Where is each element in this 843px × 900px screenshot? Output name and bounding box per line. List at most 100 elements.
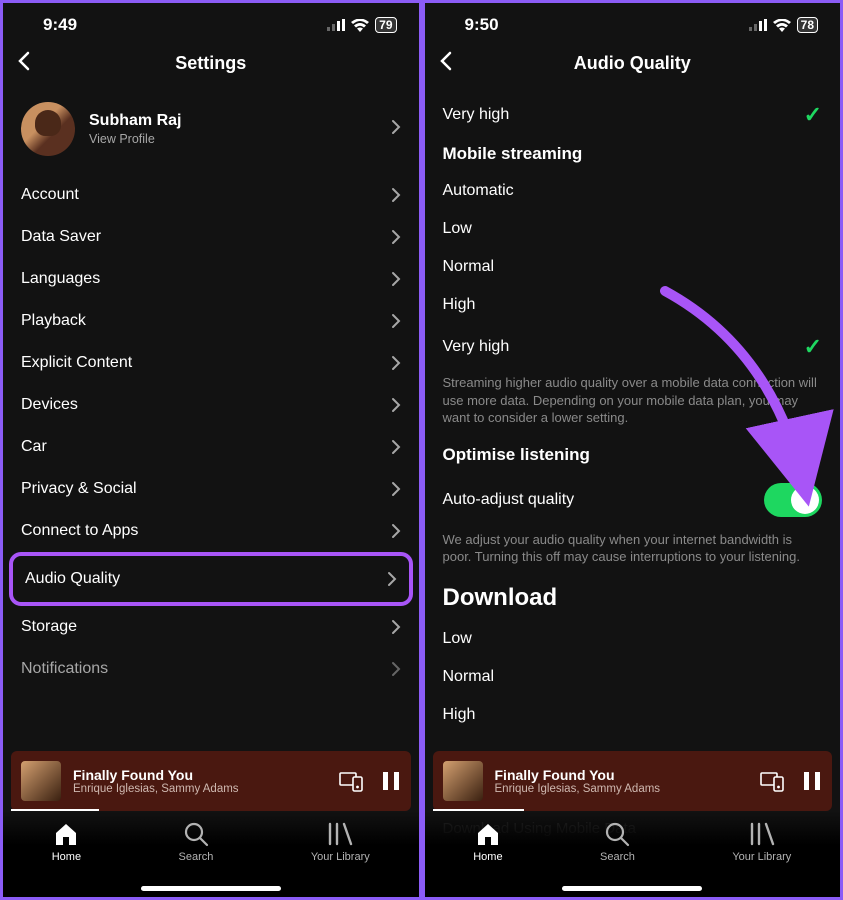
profile-name: Subham Raj (89, 112, 181, 130)
setting-explicit[interactable]: Explicit Content (3, 342, 419, 384)
setting-car[interactable]: Car (3, 426, 419, 468)
chevron-right-icon (391, 619, 401, 635)
battery-icon: 78 (797, 17, 818, 33)
mobile-streaming-desc: Streaming higher audio quality over a mo… (425, 370, 841, 439)
pause-icon[interactable] (381, 770, 401, 792)
auto-adjust-label: Auto-adjust quality (443, 491, 575, 509)
option-automatic[interactable]: Automatic (425, 172, 841, 210)
chevron-right-icon (391, 119, 401, 140)
settings-list: Account Data Saver Languages Playback Ex… (3, 174, 419, 690)
option-normal[interactable]: Normal (425, 248, 841, 286)
back-button[interactable] (17, 51, 31, 76)
chevron-right-icon (391, 481, 401, 497)
section-optimise: Optimise listening (425, 439, 841, 473)
chevron-right-icon (391, 187, 401, 203)
pause-icon[interactable] (802, 770, 822, 792)
checkmark-icon: ✓ (804, 102, 822, 128)
status-bar: 9:50 78 (425, 3, 841, 39)
setting-account[interactable]: Account (3, 174, 419, 216)
nav-home[interactable]: Home (52, 821, 81, 863)
option-very-high-top[interactable]: Very high ✓ (425, 92, 841, 138)
home-indicator[interactable] (141, 886, 281, 891)
chevron-right-icon (391, 661, 401, 677)
home-icon (475, 821, 501, 847)
header: Audio Quality (425, 39, 841, 92)
devices-icon[interactable] (339, 770, 363, 792)
setting-data-saver[interactable]: Data Saver (3, 216, 419, 258)
devices-icon[interactable] (760, 770, 784, 792)
avatar (21, 102, 75, 156)
setting-storage[interactable]: Storage (3, 606, 419, 648)
status-bar: 9:49 79 (3, 3, 419, 39)
now-playing-text: Finally Found You Enrique Iglesias, Samm… (495, 767, 661, 795)
option-high[interactable]: High (425, 286, 841, 324)
setting-privacy[interactable]: Privacy & Social (3, 468, 419, 510)
signal-icon (327, 19, 345, 31)
section-mobile-streaming: Mobile streaming (425, 138, 841, 172)
search-icon (604, 821, 630, 847)
nav-search[interactable]: Search (600, 821, 635, 863)
highlight-annotation: Audio Quality (9, 552, 413, 606)
setting-languages[interactable]: Languages (3, 258, 419, 300)
bottom-nav: Home Search Your Library (425, 811, 841, 897)
setting-connect-apps[interactable]: Connect to Apps (3, 510, 419, 552)
chevron-right-icon (391, 439, 401, 455)
section-download: Download (425, 578, 841, 620)
home-icon (53, 821, 79, 847)
now-playing-artist: Enrique Iglesias, Sammy Adams (73, 783, 239, 795)
profile-sub: View Profile (89, 132, 181, 146)
search-icon (183, 821, 209, 847)
chevron-right-icon (391, 271, 401, 287)
chevron-right-icon (387, 571, 397, 587)
now-playing-bar[interactable]: Finally Found You Enrique Iglesias, Samm… (11, 751, 411, 811)
auto-adjust-toggle[interactable] (764, 483, 822, 517)
phone-right-audio-quality: 9:50 78 Audio Quality Very high ✓ Mobile… (425, 3, 841, 897)
setting-playback[interactable]: Playback (3, 300, 419, 342)
battery-icon: 79 (375, 17, 396, 33)
now-playing-artist: Enrique Iglesias, Sammy Adams (495, 783, 661, 795)
header: Settings (3, 39, 419, 92)
status-time: 9:50 (465, 15, 499, 35)
now-playing-title: Finally Found You (73, 767, 239, 783)
bottom-nav: Home Search Your Library (3, 811, 419, 897)
chevron-left-icon (439, 51, 453, 71)
setting-audio-quality[interactable]: Audio Quality (13, 556, 409, 602)
option-low[interactable]: Low (425, 210, 841, 248)
download-normal[interactable]: Normal (425, 658, 841, 696)
album-art (21, 761, 61, 801)
wifi-icon (351, 19, 369, 32)
nav-library[interactable]: Your Library (732, 821, 791, 863)
checkmark-icon: ✓ (804, 334, 822, 360)
chevron-right-icon (391, 523, 401, 539)
option-very-high[interactable]: Very high ✓ (425, 324, 841, 370)
now-playing-text: Finally Found You Enrique Iglesias, Samm… (73, 767, 239, 795)
chevron-right-icon (391, 355, 401, 371)
chevron-right-icon (391, 229, 401, 245)
profile-text: Subham Raj View Profile (89, 112, 181, 146)
phone-left-settings: 9:49 79 Settings Subham Raj View Profile… (3, 3, 419, 897)
chevron-right-icon (391, 397, 401, 413)
chevron-left-icon (17, 51, 31, 71)
home-indicator[interactable] (562, 886, 702, 891)
page-title: Audio Quality (574, 53, 691, 74)
nav-home[interactable]: Home (473, 821, 502, 863)
download-high[interactable]: High (425, 696, 841, 734)
wifi-icon (773, 19, 791, 32)
setting-notifications[interactable]: Notifications (3, 648, 419, 690)
back-button[interactable] (439, 51, 453, 76)
now-playing-title: Finally Found You (495, 767, 661, 783)
auto-adjust-row: Auto-adjust quality (425, 473, 841, 527)
chevron-right-icon (391, 313, 401, 329)
status-right: 79 (327, 17, 396, 33)
setting-devices[interactable]: Devices (3, 384, 419, 426)
status-time: 9:49 (43, 15, 77, 35)
now-playing-bar[interactable]: Finally Found You Enrique Iglesias, Samm… (433, 751, 833, 811)
nav-search[interactable]: Search (179, 821, 214, 863)
nav-library[interactable]: Your Library (311, 821, 370, 863)
album-art (443, 761, 483, 801)
download-low[interactable]: Low (425, 620, 841, 658)
page-title: Settings (175, 53, 246, 74)
profile-row[interactable]: Subham Raj View Profile (3, 92, 419, 174)
library-icon (749, 821, 775, 847)
signal-icon (749, 19, 767, 31)
